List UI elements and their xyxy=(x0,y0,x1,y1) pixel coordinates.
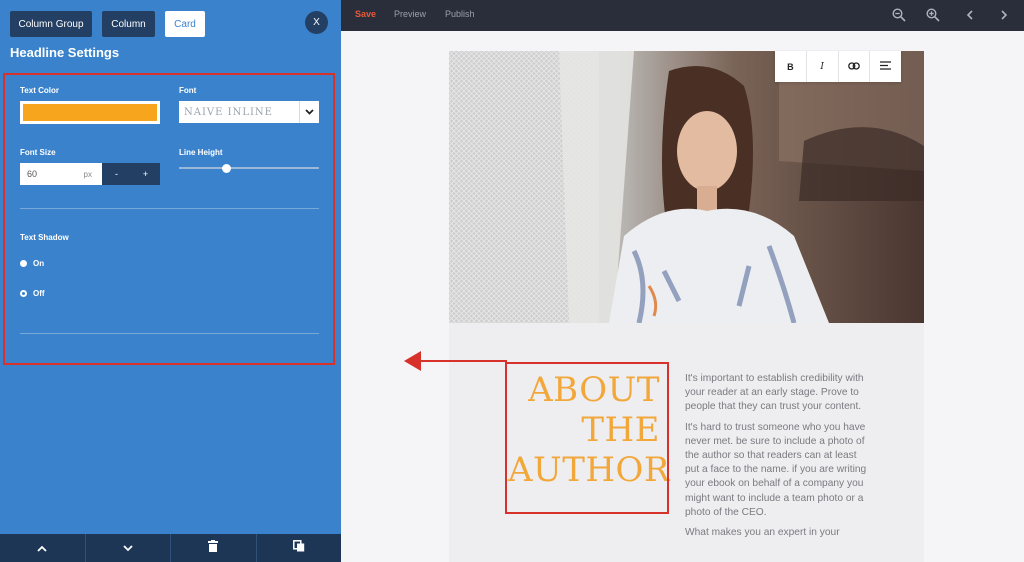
headline-line: ABOUT xyxy=(528,370,660,410)
author-photo[interactable] xyxy=(449,51,924,323)
headline-settings-panel: Column Group Column Card X Headline Sett… xyxy=(0,0,341,562)
text-shadow-on-radio[interactable]: On xyxy=(20,259,44,268)
radio-label-off: Off xyxy=(33,289,45,298)
chevron-down-icon xyxy=(123,539,133,557)
radio-button-unchecked[interactable] xyxy=(20,260,27,267)
zoom-in-icon[interactable] xyxy=(926,8,940,22)
font-size-unit: px xyxy=(83,169,92,179)
trash-icon xyxy=(208,539,219,557)
align-left-icon xyxy=(880,61,892,72)
body-text[interactable]: It's important to establish credibility … xyxy=(685,372,873,546)
divider xyxy=(20,208,319,209)
font-select-value: NAIVE INLINE xyxy=(184,106,273,118)
tab-column[interactable]: Column xyxy=(102,11,155,37)
move-down-button[interactable] xyxy=(86,534,171,562)
headline-text[interactable]: ABOUT THE AUTHOR xyxy=(508,370,671,490)
divider xyxy=(20,333,319,334)
radio-label-on: On xyxy=(33,259,45,268)
font-size-input[interactable]: 60 px xyxy=(20,163,102,185)
zoom-out-icon[interactable] xyxy=(892,8,906,22)
radio-button-checked[interactable] xyxy=(20,290,27,297)
link-icon xyxy=(848,61,860,72)
link-button[interactable] xyxy=(839,51,871,82)
line-height-slider-track[interactable] xyxy=(179,167,319,169)
tab-card[interactable]: Card xyxy=(165,11,205,37)
preview-link[interactable]: Preview xyxy=(394,9,426,19)
editor-topbar: Save Preview Publish xyxy=(341,0,1024,31)
align-button[interactable] xyxy=(870,51,901,82)
paragraph: It's important to establish credibility … xyxy=(685,373,864,413)
bold-button[interactable]: B xyxy=(775,51,807,82)
chevron-down-icon xyxy=(299,101,319,123)
annotation-arrow-line xyxy=(420,360,507,362)
text-color-picker[interactable] xyxy=(20,101,160,124)
tab-column-group[interactable]: Column Group xyxy=(10,11,92,37)
text-shadow-label: Text Shadow xyxy=(20,233,69,242)
save-link[interactable]: Save xyxy=(355,9,376,19)
copy-icon xyxy=(292,539,305,557)
font-size-decrement-button[interactable]: - xyxy=(102,163,131,185)
headline-line: AUTHOR xyxy=(508,450,671,490)
italic-button[interactable]: I xyxy=(807,51,839,82)
close-button[interactable]: X xyxy=(305,11,328,34)
text-shadow-off-radio[interactable]: Off xyxy=(20,289,45,298)
chevron-right-icon[interactable] xyxy=(997,8,1011,22)
delete-button[interactable] xyxy=(171,534,257,562)
text-format-toolbar: B I xyxy=(775,51,901,82)
font-size-label: Font Size xyxy=(20,148,56,157)
panel-title: Headline Settings xyxy=(10,45,120,60)
line-height-label: Line Height xyxy=(179,148,223,157)
panel-footer xyxy=(0,534,341,562)
chevron-up-icon xyxy=(37,539,47,557)
annotation-arrow-head xyxy=(404,351,421,371)
paragraph: What makes you an expert in your xyxy=(685,527,840,539)
duplicate-button[interactable] xyxy=(257,534,342,562)
move-up-button[interactable] xyxy=(0,534,86,562)
headline-line: THE xyxy=(581,410,660,450)
publish-link[interactable]: Publish xyxy=(445,9,475,19)
font-label: Font xyxy=(179,86,197,95)
chevron-left-icon[interactable] xyxy=(963,8,977,22)
font-size-increment-button[interactable]: + xyxy=(131,163,160,185)
text-color-swatch xyxy=(23,104,157,121)
font-size-value: 60 xyxy=(27,169,38,179)
author-photo-illustration xyxy=(449,51,924,323)
paragraph: It's hard to trust someone who you have … xyxy=(685,421,867,518)
font-select[interactable]: NAIVE INLINE xyxy=(179,101,319,123)
line-height-slider-thumb[interactable] xyxy=(222,164,232,173)
text-color-label: Text Color xyxy=(20,86,59,95)
